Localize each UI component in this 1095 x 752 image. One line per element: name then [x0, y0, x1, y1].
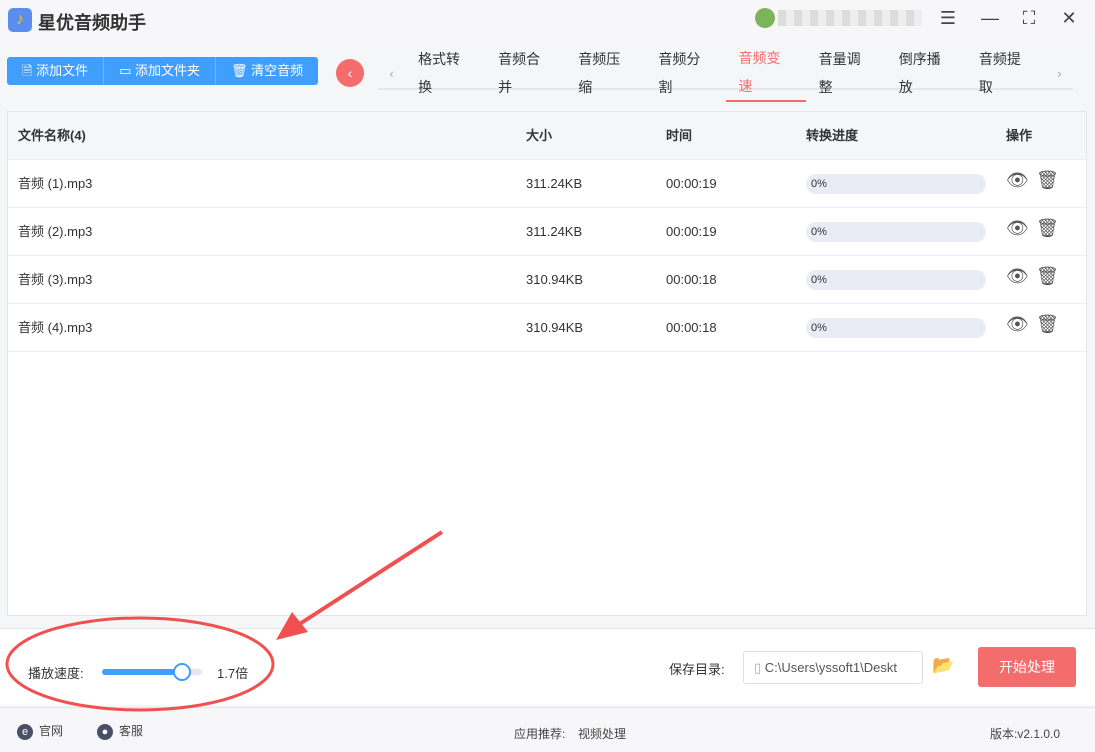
annotation-arrow-line: [293, 530, 444, 629]
annotation-arrow-head: [276, 612, 308, 640]
annotation-ellipse: [5, 616, 275, 712]
annotation-overlay: [5, 530, 444, 712]
